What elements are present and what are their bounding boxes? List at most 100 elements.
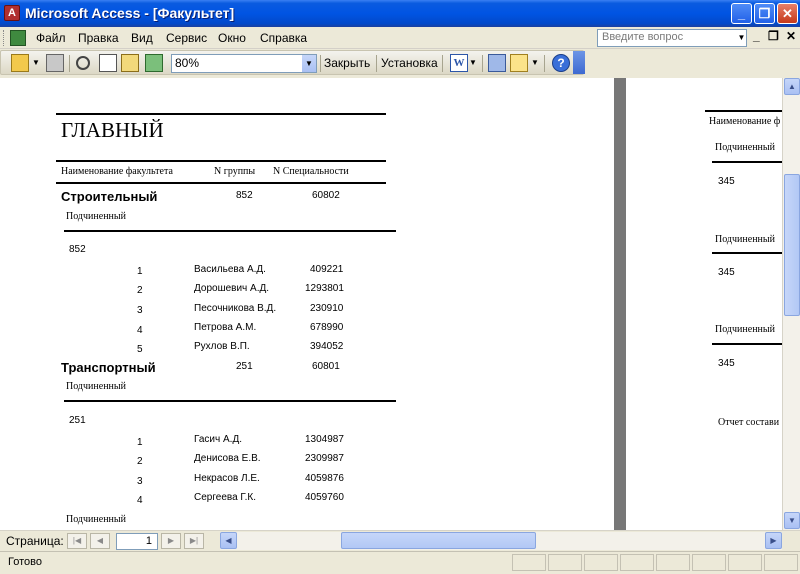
new-object-dropdown-icon[interactable]: ▼ (531, 54, 539, 72)
student-number: 2 (137, 285, 143, 296)
menu-file[interactable]: Файл (36, 31, 66, 45)
student-id: 2309987 (305, 453, 344, 464)
faculty-specialty: 60802 (312, 190, 340, 201)
last-page-icon[interactable]: ▶| (184, 533, 204, 549)
status-panel (656, 554, 690, 571)
help-icon[interactable]: ? (552, 54, 570, 72)
title-rule-top (56, 113, 386, 115)
status-panel (548, 554, 582, 571)
subreport-group: 852 (69, 244, 86, 255)
status-panel (512, 554, 546, 571)
student-number: 1 (137, 437, 143, 448)
horizontal-scrollbar[interactable]: ◀ ▶ (220, 532, 782, 550)
new-object-icon[interactable] (510, 54, 528, 72)
scroll-right-icon[interactable]: ▶ (765, 532, 782, 549)
report-document-icon[interactable] (10, 30, 26, 46)
toolbar-separator (320, 55, 321, 72)
zoom-select[interactable]: 80% (171, 54, 317, 73)
view-icon[interactable] (11, 54, 29, 72)
subreport-label: Подчиненный (66, 514, 126, 525)
status-bar: Готово (0, 551, 800, 574)
first-page-icon[interactable]: |◀ (67, 533, 87, 549)
student-name: Петрова А.М. (194, 322, 257, 333)
previous-page-icon[interactable]: ◀ (90, 533, 110, 549)
scroll-up-icon[interactable]: ▲ (784, 78, 800, 95)
header-rule-bottom (56, 182, 386, 184)
student-id: 4059876 (305, 473, 344, 484)
menu-tools[interactable]: Сервис (166, 31, 207, 45)
zoom-icon[interactable] (76, 56, 90, 70)
report-page-2: Наименование ф Подчиненный 345 Подчиненн… (626, 78, 782, 530)
doc-minimize-button[interactable]: _ (753, 29, 760, 43)
page-number-input[interactable]: 1 (116, 533, 158, 550)
vertical-scrollbar[interactable]: ▲ ▼ (782, 78, 800, 530)
faculty-group: 852 (236, 190, 253, 201)
page2-subreport-label: Подчиненный (715, 142, 775, 153)
ask-question-dropdown-icon[interactable]: ▼ (736, 29, 747, 47)
minimize-button[interactable]: _ (731, 3, 752, 24)
page2-footer: Отчет состави (718, 417, 780, 428)
student-name: Рухлов В.П. (194, 341, 250, 352)
student-name: Сергеева Г.К. (194, 492, 257, 503)
print-preview-area[interactable]: ГЛАВНЫЙ Наименование факультета N группы… (0, 78, 782, 530)
doc-close-button[interactable]: ✕ (786, 29, 796, 43)
toolbar-separator (482, 55, 483, 72)
faculty-name: Транспортный (61, 360, 156, 375)
menu-window[interactable]: Окно (218, 31, 246, 45)
toolbar-separator (69, 55, 70, 72)
access-key-icon: A (4, 5, 20, 21)
status-panel (728, 554, 762, 571)
subreport-label: Подчиненный (66, 211, 126, 222)
menu-bar: Файл Правка Вид Сервис Окно Справка Введ… (0, 27, 800, 49)
office-links-word-icon[interactable]: W (450, 54, 468, 72)
status-panel (692, 554, 726, 571)
student-name: Дорошевич А.Д. (194, 283, 270, 294)
menu-view[interactable]: Вид (131, 31, 153, 45)
status-panel (584, 554, 618, 571)
database-window-icon[interactable] (488, 54, 506, 72)
page2-header: Наименование ф (709, 116, 781, 127)
student-name: Гасич А.Д. (194, 434, 242, 445)
restore-button[interactable]: ❐ (754, 3, 775, 24)
page-navigation-bar: Страница: |◀ ◀ 1 ▶ ▶| ◀ ▶ (0, 530, 800, 550)
header-specialty: N Специальности (273, 166, 349, 177)
page2-value: 345 (718, 176, 735, 187)
page2-subreport-label: Подчиненный (715, 324, 775, 335)
horizontal-scroll-thumb[interactable] (341, 532, 536, 549)
menu-help[interactable]: Справка (260, 31, 307, 45)
doc-restore-button[interactable]: ❐ (768, 29, 779, 43)
status-text: Готово (8, 556, 42, 568)
scroll-down-icon[interactable]: ▼ (784, 512, 800, 529)
office-links-dropdown-icon[interactable]: ▼ (469, 54, 477, 72)
close-preview-button[interactable]: Закрыть (324, 56, 370, 70)
scroll-left-icon[interactable]: ◀ (220, 532, 237, 549)
student-number: 1 (137, 266, 143, 277)
menu-grip[interactable] (3, 30, 6, 46)
student-number: 5 (137, 344, 143, 355)
ask-question-input[interactable]: Введите вопрос (597, 29, 747, 47)
zoom-dropdown-icon[interactable]: ▼ (302, 55, 316, 72)
faculty-name: Строительный (61, 189, 158, 204)
page-label: Страница: (6, 534, 64, 548)
two-pages-icon[interactable] (121, 54, 139, 72)
menu-edit[interactable]: Правка (78, 31, 119, 45)
print-icon[interactable] (46, 54, 64, 72)
next-page-icon[interactable]: ▶ (161, 533, 181, 549)
faculty-specialty: 60801 (312, 361, 340, 372)
view-dropdown-icon[interactable]: ▼ (32, 54, 40, 72)
close-button[interactable]: ✕ (777, 3, 798, 24)
one-page-icon[interactable] (99, 54, 117, 72)
page2-value: 345 (718, 358, 735, 369)
toolbar-separator (442, 55, 443, 72)
toolbar-options-chevron-icon[interactable] (573, 51, 585, 74)
report-title: ГЛАВНЫЙ (61, 118, 164, 142)
subreport-rule (64, 400, 396, 402)
header-rule-top (56, 160, 386, 162)
student-name: Некрасов Л.Е. (194, 473, 260, 484)
multiple-pages-icon[interactable] (145, 54, 163, 72)
vertical-scroll-thumb[interactable] (784, 174, 800, 316)
student-id: 394052 (310, 341, 344, 352)
student-id: 409221 (310, 264, 344, 275)
page-setup-button[interactable]: Установка (381, 56, 438, 70)
report-page-1: ГЛАВНЫЙ Наименование факультета N группы… (0, 78, 612, 530)
